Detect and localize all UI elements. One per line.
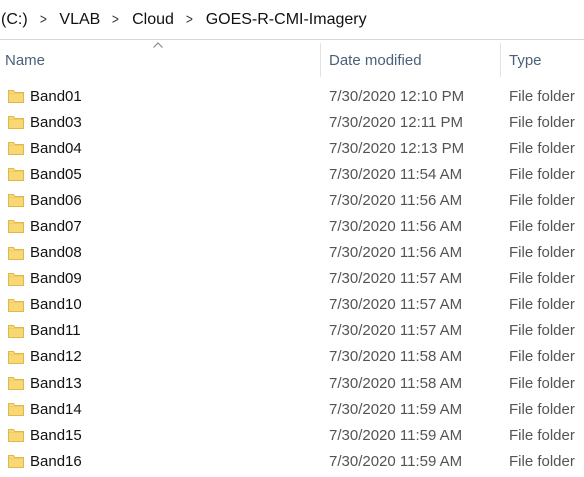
list-item[interactable]: Band07 7/30/2020 11:56 AM File folder xyxy=(0,213,584,239)
file-type: File folder xyxy=(509,270,575,288)
date-modified: 7/30/2020 11:57 AM xyxy=(329,322,463,340)
file-name[interactable]: Band16 xyxy=(30,448,82,474)
file-name[interactable]: Band14 xyxy=(30,396,82,422)
breadcrumb-item-drive[interactable]: (C:) xyxy=(1,11,28,29)
folder-icon xyxy=(8,453,24,469)
chevron-right-icon[interactable]: > xyxy=(112,11,119,28)
list-item[interactable]: Band16 7/30/2020 11:59 AM File folder xyxy=(0,448,584,474)
file-name[interactable]: Band15 xyxy=(30,422,82,448)
list-item[interactable]: Band12 7/30/2020 11:58 AM File folder xyxy=(0,344,584,370)
file-type: File folder xyxy=(509,191,575,209)
file-type: File folder xyxy=(509,165,575,183)
column-header-row: Name Date modified Type xyxy=(0,41,584,79)
column-header-type[interactable]: Type xyxy=(509,41,584,79)
file-type: File folder xyxy=(509,87,575,105)
date-modified: 7/30/2020 11:56 AM xyxy=(329,191,463,209)
list-item[interactable]: Band05 7/30/2020 11:54 AM File folder xyxy=(0,161,584,187)
file-name[interactable]: Band06 xyxy=(30,187,82,213)
column-divider[interactable] xyxy=(320,43,321,77)
date-modified: 7/30/2020 11:58 AM xyxy=(329,348,463,366)
file-type: File folder xyxy=(509,452,575,470)
breadcrumb-item-vlab[interactable]: VLAB xyxy=(59,11,100,29)
folder-icon xyxy=(8,323,24,338)
folder-icon xyxy=(8,401,24,417)
file-type: File folder xyxy=(509,244,575,262)
file-type: File folder xyxy=(509,113,575,131)
chevron-right-icon[interactable]: > xyxy=(40,11,47,28)
list-item[interactable]: Band09 7/30/2020 11:57 AM File folder xyxy=(0,266,584,292)
folder-icon xyxy=(8,114,24,130)
file-name[interactable]: Band08 xyxy=(30,240,82,266)
date-modified: 7/30/2020 11:57 AM xyxy=(329,296,463,314)
date-modified: 7/30/2020 12:13 PM xyxy=(329,139,465,157)
chevron-right-icon[interactable]: > xyxy=(186,11,193,28)
breadcrumb-item-current-folder[interactable]: GOES-R-CMI-Imagery xyxy=(206,11,367,29)
file-name[interactable]: Band13 xyxy=(30,370,82,396)
list-item[interactable]: Band13 7/30/2020 11:58 AM File folder xyxy=(0,370,584,396)
list-item[interactable]: Band10 7/30/2020 11:57 AM File folder xyxy=(0,292,584,318)
list-item[interactable]: Band03 7/30/2020 12:11 PM File folder xyxy=(0,109,584,135)
folder-icon xyxy=(8,375,24,391)
file-name[interactable]: Band10 xyxy=(30,292,82,318)
file-type: File folder xyxy=(509,348,575,366)
folder-icon xyxy=(8,245,24,260)
file-name[interactable]: Band05 xyxy=(30,161,82,187)
list-item[interactable]: Band08 7/30/2020 11:56 AM File folder xyxy=(0,240,584,266)
list-item[interactable]: Band14 7/30/2020 11:59 AM File folder xyxy=(0,396,584,422)
list-item[interactable]: Band04 7/30/2020 12:13 PM File folder xyxy=(0,135,584,161)
date-modified: 7/30/2020 11:54 AM xyxy=(329,165,463,183)
list-item[interactable]: Band01 7/30/2020 12:10 PM File folder xyxy=(0,83,584,109)
column-divider[interactable] xyxy=(500,43,501,77)
file-type: File folder xyxy=(509,400,575,418)
folder-icon xyxy=(8,140,24,156)
file-type: File folder xyxy=(509,426,575,444)
list-item[interactable]: Band15 7/30/2020 11:59 AM File folder xyxy=(0,422,584,448)
folder-icon xyxy=(8,271,24,286)
column-header-date-modified[interactable]: Date modified xyxy=(329,41,494,79)
date-modified: 7/30/2020 12:10 PM xyxy=(329,87,465,105)
folder-icon xyxy=(8,88,24,103)
file-name[interactable]: Band11 xyxy=(30,318,81,344)
breadcrumb: (C:) > VLAB > Cloud > GOES-R-CMI-Imagery xyxy=(0,0,584,40)
file-name[interactable]: Band12 xyxy=(30,344,82,370)
date-modified: 7/30/2020 11:56 AM xyxy=(329,244,463,262)
file-name[interactable]: Band03 xyxy=(30,109,82,135)
folder-icon xyxy=(8,349,24,364)
file-list: Band01 7/30/2020 12:10 PM File folder Band0… xyxy=(0,83,584,474)
file-name[interactable]: Band09 xyxy=(30,266,82,292)
date-modified: 7/30/2020 11:58 AM xyxy=(329,374,463,392)
file-name[interactable]: Band04 xyxy=(30,135,82,161)
list-item[interactable]: Band11 7/30/2020 11:57 AM File folder xyxy=(0,318,584,344)
file-name[interactable]: Band07 xyxy=(30,213,82,239)
date-modified: 7/30/2020 11:57 AM xyxy=(329,270,463,288)
folder-icon xyxy=(8,427,24,443)
folder-icon xyxy=(8,166,24,182)
date-modified: 7/30/2020 12:11 PM xyxy=(329,113,463,131)
file-type: File folder xyxy=(509,322,575,340)
folder-icon xyxy=(8,297,24,312)
date-modified: 7/30/2020 11:59 AM xyxy=(329,426,463,444)
breadcrumb-item-cloud[interactable]: Cloud xyxy=(132,11,174,29)
date-modified: 7/30/2020 11:59 AM xyxy=(329,400,463,418)
date-modified: 7/30/2020 11:56 AM xyxy=(329,217,463,235)
file-type: File folder xyxy=(509,217,575,235)
file-type: File folder xyxy=(509,374,575,392)
list-item[interactable]: Band06 7/30/2020 11:56 AM File folder xyxy=(0,187,584,213)
file-type: File folder xyxy=(509,296,575,314)
folder-icon xyxy=(8,218,24,234)
date-modified: 7/30/2020 11:59 AM xyxy=(329,452,463,470)
folder-icon xyxy=(8,192,24,208)
column-header-name[interactable]: Name xyxy=(5,41,315,79)
file-name[interactable]: Band01 xyxy=(30,83,82,109)
file-type: File folder xyxy=(509,139,575,157)
